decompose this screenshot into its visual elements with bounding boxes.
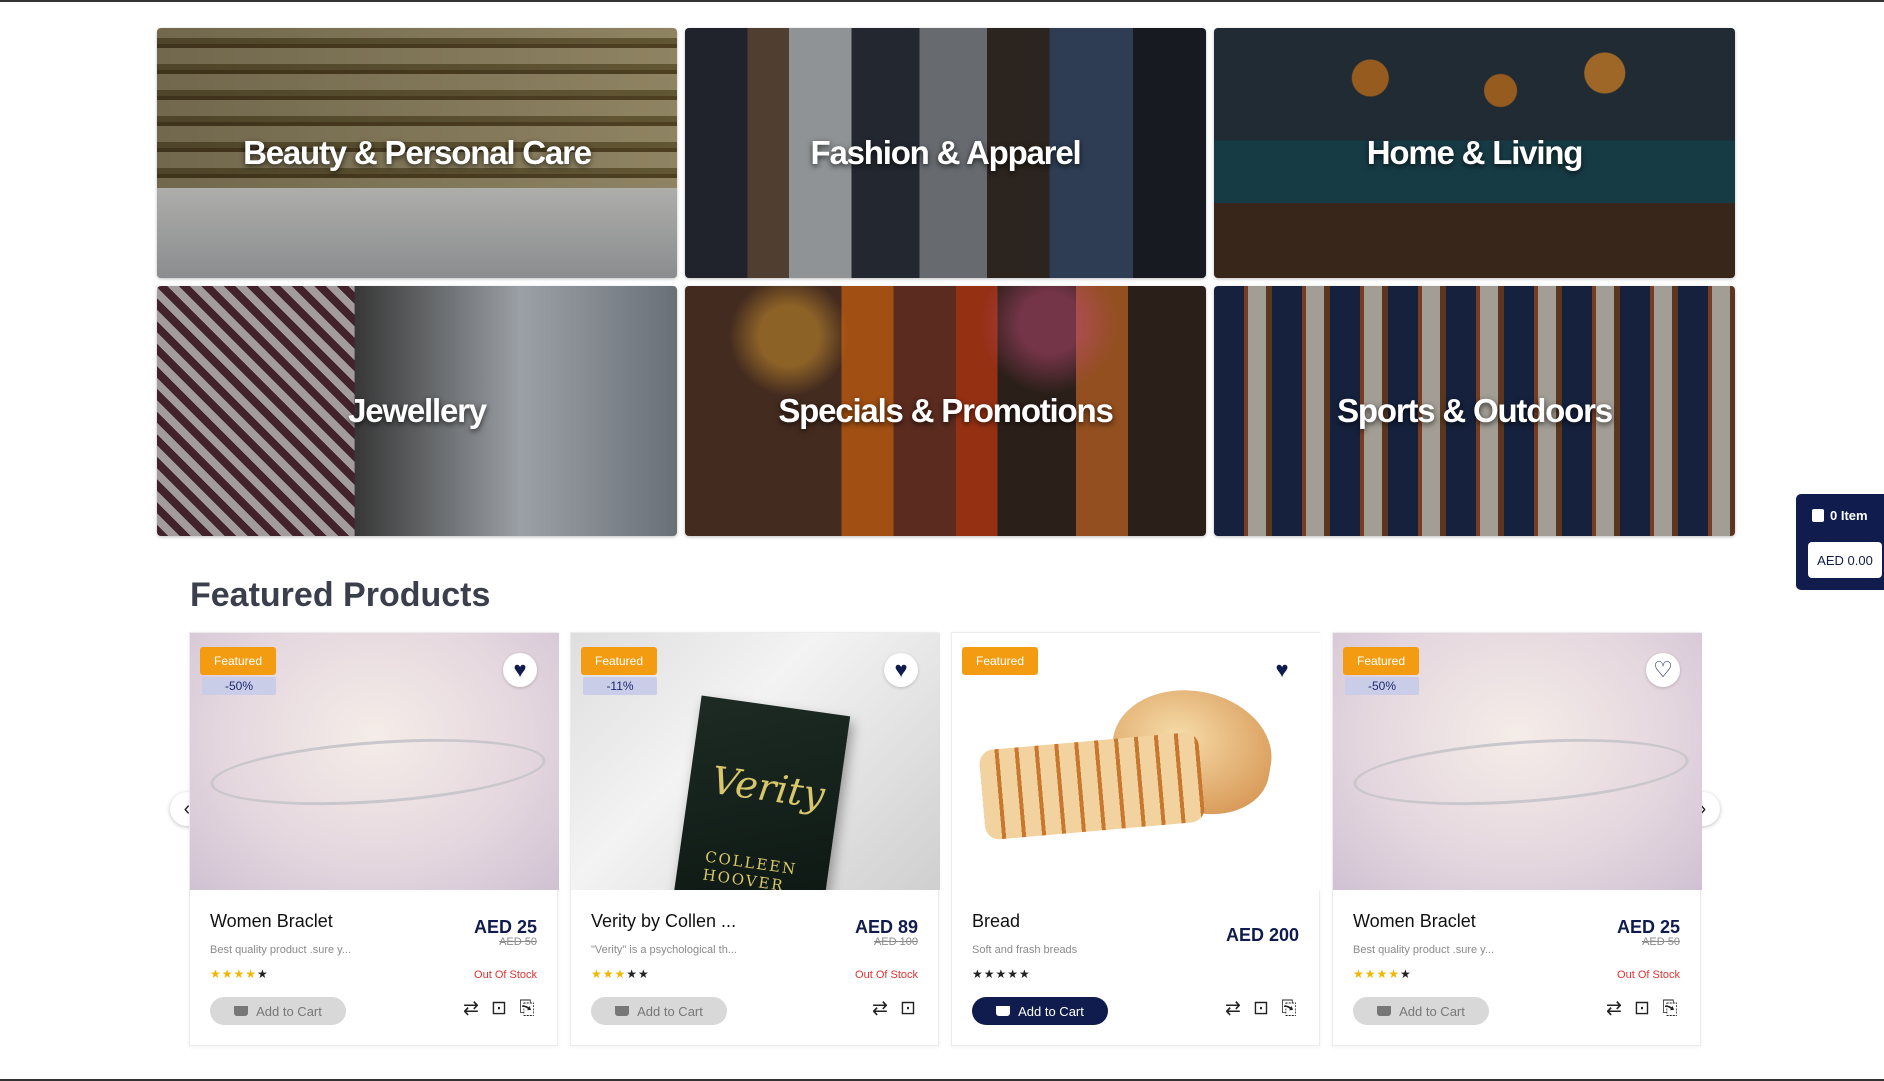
wishlist-button[interactable]: ♥ [884, 653, 918, 687]
quick-view-icon[interactable]: ⊡ [487, 997, 511, 1021]
product-price: AED 89 [854, 917, 918, 937]
add-to-cart-button[interactable]: Add to Cart [591, 997, 727, 1025]
category-label: Home & Living [1366, 134, 1584, 171]
featured-products-carousel: Featured -50% ♥ Women Braclet Best quali… [189, 632, 1702, 1046]
product-price: AED 25 [1616, 917, 1680, 937]
book-title: Verity [708, 758, 828, 818]
star-icon: ★ [1400, 967, 1412, 981]
product-price: AED 25 [473, 917, 537, 937]
product-card[interactable]: Featured -50% ♡ Women Braclet Best quali… [1332, 632, 1702, 1046]
product-name[interactable]: Bread [972, 911, 1020, 932]
compare-icon[interactable]: ⇄ [459, 997, 483, 1021]
product-price: AED 200 [1225, 925, 1299, 945]
floating-cart[interactable]: 0 Item AED 0.00 [1796, 494, 1884, 590]
basket-icon [996, 1006, 1011, 1016]
add-to-cart-button[interactable]: Add to Cart [1353, 997, 1489, 1025]
product-actions: ⇄ ⊡ ⎘ [459, 997, 539, 1021]
bread-slices-shape [978, 731, 1206, 841]
category-tile-sports[interactable]: Sports & Outdoors [1214, 286, 1735, 536]
share-icon[interactable]: ⎘ [515, 997, 539, 1021]
heart-outline-icon: ♡ [1653, 657, 1673, 682]
basket-icon [615, 1006, 630, 1016]
discount-badge: -50% [202, 677, 276, 695]
compare-icon[interactable]: ⇄ [1602, 997, 1626, 1021]
cart-total: AED 0.00 [1808, 542, 1882, 578]
product-old-price: AED 100 [873, 936, 918, 948]
featured-badge: Featured [1343, 647, 1420, 675]
add-to-cart-label: Add to Cart [1018, 1003, 1084, 1019]
product-name[interactable]: Women Braclet [1353, 911, 1476, 932]
category-label: Specials & Promotions [778, 392, 1113, 429]
compare-icon[interactable]: ⇄ [1221, 997, 1245, 1021]
product-actions: ⇄ ⊡ ⎘ [1221, 997, 1301, 1021]
wishlist-button[interactable]: ♡ [1646, 653, 1680, 687]
book-cover: Verity COLLEEN HOOVER [673, 695, 851, 890]
product-name[interactable]: Women Braclet [210, 911, 333, 932]
quick-view-icon[interactable]: ⊡ [1249, 997, 1273, 1021]
featured-badge: Featured [581, 647, 658, 675]
wishlist-button[interactable]: ♥ [1265, 653, 1299, 687]
stock-status: Out Of Stock [1617, 969, 1680, 981]
add-to-cart-button[interactable]: Add to Cart [210, 997, 346, 1025]
star-icon: ★ [257, 967, 269, 981]
star-icon: ★★★ [591, 967, 627, 981]
category-tile-home[interactable]: Home & Living [1214, 28, 1735, 278]
featured-badge: Featured [200, 647, 277, 675]
share-icon[interactable]: ⎘ [1658, 997, 1682, 1021]
category-grid: Beauty & Personal Care Fashion & Apparel… [157, 28, 1735, 536]
category-tile-jewellery[interactable]: Jewellery [157, 286, 677, 536]
product-actions: ⇄ ⊡ ⎘ [1602, 997, 1682, 1021]
product-description: Best quality product .sure y... [1353, 944, 1495, 956]
product-name[interactable]: Verity by Collen ... [591, 911, 736, 932]
quick-view-icon[interactable]: ⊡ [896, 997, 920, 1021]
stock-status: Out Of Stock [474, 969, 537, 981]
product-card[interactable]: Featured ♥ Bread Soft and frash breads A… [951, 632, 1321, 1046]
add-to-cart-label: Add to Cart [637, 1003, 703, 1019]
share-icon[interactable]: ⎘ [1277, 997, 1301, 1021]
compare-icon[interactable]: ⇄ [868, 997, 892, 1021]
add-to-cart-label: Add to Cart [1399, 1003, 1465, 1019]
add-to-cart-button[interactable]: Add to Cart [972, 997, 1108, 1025]
basket-icon [1377, 1006, 1392, 1016]
heart-icon: ♥ [1275, 657, 1289, 682]
star-icon: ★★★★ [1353, 967, 1401, 981]
category-tile-specials[interactable]: Specials & Promotions [685, 286, 1206, 536]
heart-icon: ♥ [894, 657, 908, 682]
cart-items-label: 0 Item [1830, 508, 1868, 523]
add-to-cart-label: Add to Cart [256, 1003, 322, 1019]
star-icon: ★★★★ [210, 967, 258, 981]
rating-stars: ★★★★★ [210, 967, 269, 981]
category-tile-beauty[interactable]: Beauty & Personal Care [157, 28, 677, 278]
section-title: Featured Products [190, 576, 491, 614]
featured-badge: Featured [962, 647, 1039, 675]
category-label: Fashion & Apparel [810, 134, 1082, 171]
star-icon: ★★ [626, 967, 650, 981]
wishlist-button[interactable]: ♥ [503, 653, 537, 687]
discount-badge: -11% [583, 677, 657, 695]
star-icon: ★★★★★ [972, 967, 1031, 981]
rating-stars: ★★★★★ [591, 967, 650, 981]
category-label: Beauty & Personal Care [243, 134, 592, 171]
product-card[interactable]: Verity COLLEEN HOOVER Featured -11% ♥ Ve… [570, 632, 940, 1046]
stock-status: Out Of Stock [855, 969, 918, 981]
rating-stars: ★★★★★ [972, 967, 1031, 981]
product-description: Soft and frash breads [972, 944, 1078, 956]
rating-stars: ★★★★★ [1353, 967, 1412, 981]
discount-badge: -50% [1345, 677, 1419, 695]
product-old-price: AED 50 [1642, 936, 1680, 948]
product-actions: ⇄ ⊡ [868, 997, 920, 1021]
category-label: Sports & Outdoors [1337, 392, 1613, 429]
heart-icon: ♥ [513, 657, 527, 682]
basket-icon [234, 1006, 249, 1016]
product-description: Best quality product .sure y... [210, 944, 352, 956]
category-label: Jewellery [348, 392, 487, 429]
product-card[interactable]: Featured -50% ♥ Women Braclet Best quali… [189, 632, 559, 1046]
product-description: "Verity" is a psychological th... [591, 944, 737, 956]
cart-count: 0 Item [1812, 508, 1868, 523]
shopping-bag-icon [1812, 509, 1824, 522]
category-tile-fashion[interactable]: Fashion & Apparel [685, 28, 1206, 278]
book-author: COLLEEN HOOVER [701, 847, 799, 890]
product-old-price: AED 50 [499, 936, 537, 948]
quick-view-icon[interactable]: ⊡ [1630, 997, 1654, 1021]
